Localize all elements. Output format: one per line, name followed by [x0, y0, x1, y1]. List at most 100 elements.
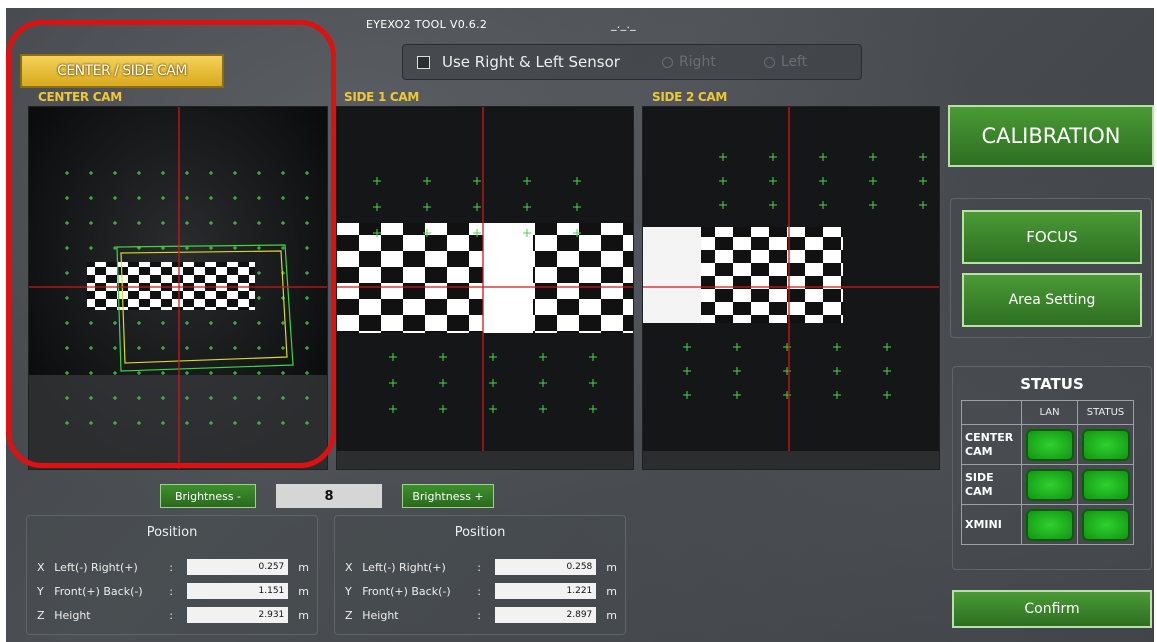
lan-cell: [1021, 424, 1078, 465]
axis-name: Left(-) Right(+): [54, 560, 138, 574]
radio-right-circle: [661, 56, 673, 68]
axis-name: Front(+) Back(-): [54, 584, 143, 598]
status-indicator: [1081, 468, 1130, 501]
y-value-field[interactable]: 1.151: [186, 583, 289, 599]
separator: :: [477, 560, 481, 574]
status-title: STATUS: [1020, 375, 1084, 393]
position-row-x: X Left(-) Right(+) : 0.257 m: [37, 558, 309, 576]
axis-label: X: [37, 560, 45, 574]
axis-label: X: [345, 560, 353, 574]
axis-label: Y: [345, 584, 352, 598]
unit-label: m: [606, 560, 617, 574]
sensor-options: Use Right & Left Sensor Right Left: [402, 44, 862, 80]
status-cell: [1077, 464, 1134, 505]
window-subtitle: _._._: [610, 18, 636, 31]
area-setting-button[interactable]: Area Setting: [962, 273, 1142, 327]
unit-label: m: [298, 560, 309, 574]
status-row-xmini: XMINI: [961, 504, 1134, 545]
z-value-field[interactable]: 2.931: [186, 607, 289, 623]
center-cam-image: [29, 107, 327, 469]
focus-label: FOCUS: [1026, 228, 1078, 246]
brightness-plus-button[interactable]: Brightness +: [402, 484, 494, 508]
status-row-center-cam: CENTER CAM: [961, 424, 1134, 465]
axis-name: Left(-) Right(+): [362, 560, 446, 574]
brightness-minus-button[interactable]: Brightness -: [160, 484, 256, 508]
side2-cam-label: SIDE 2 CAM: [652, 90, 728, 104]
use-sensor-checkbox[interactable]: [417, 55, 430, 69]
status-cell: [1077, 504, 1134, 545]
unit-label: m: [298, 608, 309, 622]
status-indicator: [1081, 508, 1130, 541]
separator: :: [169, 560, 173, 574]
unit-label: m: [606, 608, 617, 622]
position-panel-left: Position X Left(-) Right(+) : 0.257 m Y …: [26, 515, 318, 635]
radio-left[interactable]: Left: [763, 54, 807, 70]
axis-name: Height: [362, 608, 399, 622]
brightness-plus-label: Brightness +: [412, 489, 484, 503]
position-row-x: X Left(-) Right(+) : 0.258 m: [345, 558, 617, 576]
status-table: LAN STATUS CENTER CAM SIDE CAM XMINI: [961, 400, 1134, 545]
center-cam-view[interactable]: [28, 106, 328, 470]
axis-name: Front(+) Back(-): [362, 584, 451, 598]
unit-label: m: [298, 584, 309, 598]
separator: :: [169, 584, 173, 598]
x-value-field[interactable]: 0.258: [494, 559, 597, 575]
axis-name: Height: [54, 608, 91, 622]
axis-label: Z: [345, 608, 353, 622]
separator: :: [477, 584, 481, 598]
status-row-side-cam: SIDE CAM: [961, 464, 1134, 505]
side1-cam-view[interactable]: [336, 106, 634, 470]
side1-cam-label: SIDE 1 CAM: [344, 90, 420, 104]
brightness-value: 8: [276, 484, 382, 508]
area-setting-label: Area Setting: [1008, 292, 1096, 308]
row-label-line2: CAM: [965, 444, 993, 458]
status-row-label: SIDE CAM: [961, 464, 1022, 505]
confirm-button[interactable]: Confirm: [952, 590, 1152, 628]
axis-label: Z: [37, 608, 45, 622]
side1-cam-image: [337, 107, 633, 469]
row-label-line1: CENTER: [965, 430, 1014, 444]
row-label-line2: CAM: [965, 484, 993, 498]
side2-cam-view[interactable]: [642, 106, 940, 470]
lan-column-header: LAN: [1021, 400, 1078, 425]
unit-label: m: [606, 584, 617, 598]
lan-indicator: [1025, 468, 1074, 501]
radio-right[interactable]: Right: [661, 54, 716, 70]
center-side-cam-button[interactable]: CENTER / SIDE CAM: [20, 54, 224, 88]
center-side-cam-label: CENTER / SIDE CAM: [57, 63, 187, 79]
status-row-label: XMINI: [961, 504, 1022, 545]
row-label-line1: XMINI: [965, 517, 1002, 531]
z-value-field[interactable]: 2.897: [494, 607, 597, 623]
position-row-z: Z Height : 2.897 m: [345, 606, 617, 624]
lan-indicator: [1025, 428, 1074, 461]
separator: :: [477, 608, 481, 622]
status-row-label: CENTER CAM: [961, 424, 1022, 465]
status-panel: STATUS LAN STATUS CENTER CAM SIDE CAM XM…: [952, 366, 1152, 570]
app-title: EYEXO2 TOOL V0.6.2: [366, 18, 488, 31]
app-window: EYEXO2 TOOL V0.6.2 _._._ CENTER / SIDE C…: [6, 8, 1154, 642]
lan-cell: [1021, 504, 1078, 545]
center-cam-label: CENTER CAM: [38, 90, 122, 104]
lan-cell: [1021, 464, 1078, 505]
status-cell: [1077, 424, 1134, 465]
brightness-minus-label: Brightness -: [174, 489, 242, 503]
position-title: Position: [146, 525, 198, 540]
use-sensor-label: Use Right & Left Sensor: [442, 53, 620, 71]
side2-cam-image: [643, 107, 939, 469]
separator: :: [169, 608, 173, 622]
axis-label: Y: [37, 584, 44, 598]
position-row-y: Y Front(+) Back(-) : 1.151 m: [37, 582, 309, 600]
x-value-field[interactable]: 0.257: [186, 559, 289, 575]
y-value-field[interactable]: 1.221: [494, 583, 597, 599]
position-row-z: Z Height : 2.931 m: [37, 606, 309, 624]
status-column-header: STATUS: [1077, 400, 1134, 425]
radio-right-label: Right: [678, 54, 716, 70]
lan-indicator: [1025, 508, 1074, 541]
status-corner-cell: [961, 400, 1022, 425]
calibration-button[interactable]: CALIBRATION: [948, 105, 1154, 167]
status-indicator: [1081, 428, 1130, 461]
position-panel-right: Position X Left(-) Right(+) : 0.258 m Y …: [334, 515, 626, 635]
row-label-line1: SIDE: [965, 470, 994, 484]
radio-left-circle: [763, 56, 775, 68]
focus-button[interactable]: FOCUS: [962, 210, 1142, 264]
